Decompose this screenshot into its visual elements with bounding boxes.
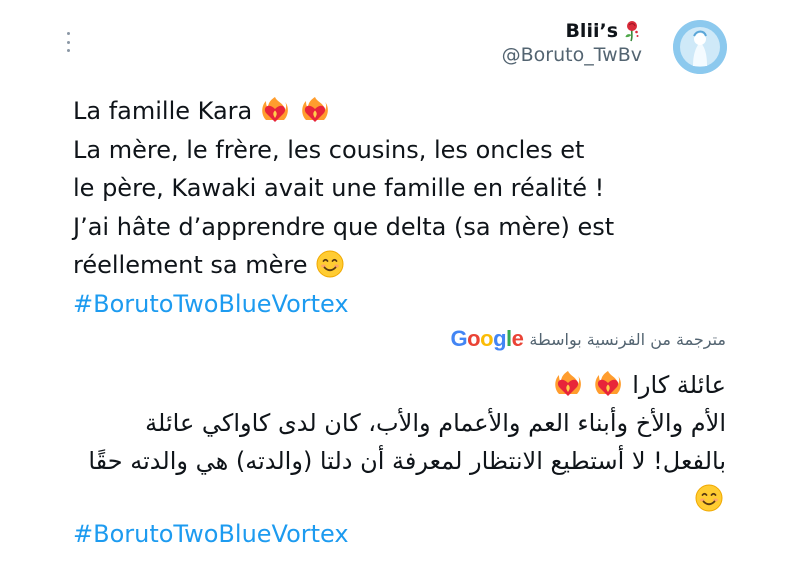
avatar[interactable] [673, 20, 727, 74]
smiling-face-emoji [315, 249, 345, 279]
hashtag-link[interactable]: #BorutoTwoBlueVortex [73, 285, 733, 324]
author-display-name[interactable]: Blii’s [565, 20, 618, 42]
tweet-line: J’ai hâte d’apprendre que delta (sa mère… [73, 212, 615, 241]
translated-line: عائلة كارا [632, 371, 726, 399]
heart-on-fire-emoji [300, 95, 330, 125]
tweet-line: réellement sa mère [73, 251, 308, 279]
more-options-icon[interactable] [60, 32, 76, 52]
google-logo: Google [450, 326, 524, 351]
author-handle[interactable]: @Boruto_TwBv [502, 44, 642, 66]
heart-on-fire-emoji [553, 369, 583, 399]
smiling-face-emoji [694, 483, 724, 513]
translation-attribution: مترجمة من الفرنسية بواسطة Google [451, 326, 726, 352]
author-info[interactable]: Blii’s @Boruto_TwBv [502, 20, 642, 66]
tweet-line: La famille Kara [73, 97, 253, 125]
translated-line: الأم والأخ وأبناء العم والأعمام والأب، ك… [145, 409, 726, 437]
tweet-text: La famille Kara La mère, le frère, les c… [73, 92, 733, 323]
tweet-card: Blii’s @Boruto_TwBv La famille Kara La m… [0, 0, 800, 567]
tweet-line: le père, Kawaki avait une famille en réa… [73, 174, 605, 202]
translation-label: مترجمة من الفرنسية بواسطة [529, 329, 726, 349]
tweet-line: La mère, le frère, les cousins, les oncl… [73, 135, 585, 164]
translated-line: بالفعل! لا أستطيع الانتظار لمعرفة أن دلت… [88, 447, 726, 475]
heart-on-fire-emoji [260, 95, 290, 125]
translated-hashtag-link[interactable]: #BorutoTwoBlueVortex [73, 520, 349, 548]
rose-icon [622, 20, 642, 42]
translated-text: عائلة كارا الأم والأخ وأبناء العم والأعم… [66, 366, 726, 518]
heart-on-fire-emoji [593, 369, 623, 399]
